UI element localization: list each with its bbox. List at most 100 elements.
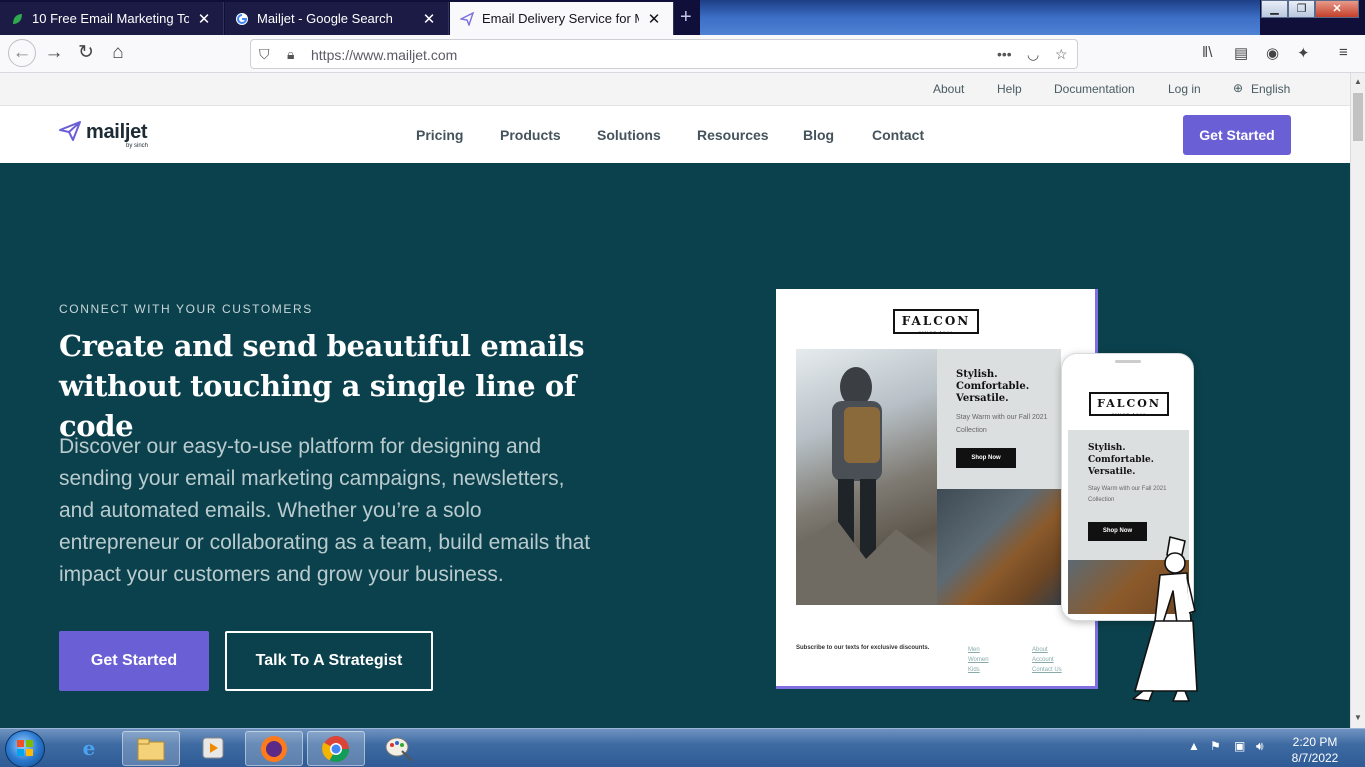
browser-toolbar: ← → ↻ ⌂ ⛉ 🔒︎ https://www.mailjet.com •••…	[0, 35, 1365, 73]
browser-tab-strip: 10 Free Email Marketing Tools t ✕ Mailje…	[0, 0, 1365, 35]
shop-now-button: Shop Now	[956, 448, 1016, 468]
hero-kicker: CONNECT WITH YOUR CUSTOMERS	[59, 302, 313, 316]
file-explorer-icon[interactable]	[122, 731, 180, 766]
email-footer-text: Subscribe to our texts for exclusive dis…	[796, 645, 930, 651]
media-player-icon[interactable]	[184, 731, 242, 766]
tab-title: 10 Free Email Marketing Tools t	[32, 11, 189, 26]
sidebar-icon[interactable]: ▤	[1234, 44, 1248, 62]
window-controls: ▁ ❐ ✕	[1261, 0, 1359, 18]
tray-expand-icon[interactable]: ▲	[1188, 739, 1200, 753]
tab-mailjet[interactable]: Email Delivery Service for Mark ✕	[450, 2, 674, 35]
header-get-started-button[interactable]: Get Started	[1183, 115, 1291, 155]
new-tab-button[interactable]: +	[680, 6, 692, 29]
hero-section: CONNECT WITH YOUR CUSTOMERS Create and s…	[0, 163, 1350, 728]
get-started-button[interactable]: Get Started	[59, 631, 209, 691]
scroll-thumb[interactable]	[1353, 93, 1363, 141]
reload-icon[interactable]: ↻	[74, 42, 98, 66]
hero-description: Discover our easy-to-use platform for de…	[59, 435, 591, 586]
boots-photo	[937, 489, 1061, 605]
promo-body: Stay Warm with our Fall 2021 Collection	[956, 414, 1048, 434]
back-arrow-icon[interactable]: ←	[8, 39, 36, 67]
system-clock[interactable]: 2:20 PM 8/7/2022	[1280, 734, 1350, 766]
tab-email-marketing-tools[interactable]: 10 Free Email Marketing Tools t ✕	[0, 2, 224, 35]
documentation-link[interactable]: Documentation	[1054, 82, 1135, 96]
action-center-flag-icon[interactable]: ⚑	[1210, 739, 1221, 753]
menu-resources[interactable]: Resources	[697, 127, 769, 143]
tab-close-icon[interactable]: ✕	[195, 10, 213, 28]
page-scrollbar[interactable]: ▲ ▼	[1350, 73, 1365, 728]
mailjet-plane-icon	[460, 11, 474, 26]
firefox-icon[interactable]	[245, 731, 303, 766]
logo-wordmark: mailjet	[86, 121, 148, 143]
language-selector[interactable]: English	[1251, 82, 1290, 96]
forward-arrow-icon[interactable]: →	[42, 42, 66, 66]
logo-byline: by sinch	[126, 143, 149, 149]
shield-icon[interactable]: ⛉	[259, 46, 270, 63]
menu-products[interactable]: Products	[500, 127, 561, 143]
hiker-photo	[796, 349, 937, 605]
talk-to-strategist-button[interactable]: Talk To A Strategist	[225, 631, 433, 691]
menu-pricing[interactable]: Pricing	[416, 127, 463, 143]
login-link[interactable]: Log in	[1168, 82, 1201, 96]
chrome-icon[interactable]	[307, 731, 365, 766]
promo-headline-mobile: Stylish. Comfortable. Versatile.	[1088, 443, 1154, 477]
email-preview-desktop: FALCON SINCE 1892 Stylish. Comfortable. …	[776, 289, 1098, 689]
windows-logo-icon	[17, 740, 33, 756]
promo-headline: Stylish. Comfortable. Versatile.	[956, 369, 1029, 405]
footer-link: Account	[1032, 657, 1054, 663]
minimize-icon[interactable]: ▁	[1261, 0, 1288, 18]
start-button[interactable]	[5, 730, 45, 767]
extension-icon[interactable]: ✦	[1297, 44, 1310, 62]
windows-taskbar: e ▲ ⚑ ▣ 🔊︎ 2:20 PM 8/7/2022	[0, 728, 1365, 767]
library-icon[interactable]: ‖\	[1202, 44, 1212, 61]
scroll-down-icon[interactable]: ▼	[1354, 713, 1362, 722]
mailjet-plane-icon	[59, 121, 81, 141]
address-bar[interactable]: ⛉ 🔒︎ https://www.mailjet.com ••• ◡ ☆	[250, 39, 1078, 69]
help-link[interactable]: Help	[997, 82, 1022, 96]
footer-link: Women	[968, 657, 989, 663]
menu-contact[interactable]: Contact	[872, 127, 924, 143]
brand-sub: SINCE 1892	[918, 330, 954, 335]
about-link[interactable]: About	[933, 82, 964, 96]
falcon-logo: FALCON SINCE 1892	[893, 309, 979, 335]
promo-headline-text: Stylish. Comfortable. Versatile.	[956, 369, 1030, 404]
clock-date: 8/7/2022	[1291, 751, 1339, 765]
bookmark-star-icon[interactable]: ☆	[1055, 46, 1068, 63]
pocket-icon[interactable]: ◡	[1027, 46, 1039, 63]
menu-blog[interactable]: Blog	[803, 127, 834, 143]
brand-name: FALCON	[901, 314, 971, 328]
tab-title: Email Delivery Service for Mark	[482, 11, 639, 26]
menu-solutions[interactable]: Solutions	[597, 127, 661, 143]
tab-close-icon[interactable]: ✕	[645, 10, 663, 28]
utility-nav: About Help Documentation Log in ⊕ Englis…	[0, 73, 1350, 106]
hero-headline: Create and send beautiful emails without…	[59, 329, 585, 443]
page-actions-icon[interactable]: •••	[997, 46, 1012, 62]
footer-link: Contact Us	[1032, 667, 1062, 673]
tab-title: Mailjet - Google Search	[257, 11, 393, 26]
account-icon[interactable]: ◉	[1266, 44, 1279, 62]
tab-close-icon[interactable]: ✕	[420, 10, 438, 28]
url-text[interactable]: https://www.mailjet.com	[311, 47, 457, 63]
clock-time: 2:20 PM	[1292, 735, 1338, 749]
scroll-up-icon[interactable]: ▲	[1354, 77, 1362, 86]
tab-google-search[interactable]: Mailjet - Google Search ✕	[225, 2, 449, 35]
google-g-icon	[236, 12, 248, 25]
internet-explorer-icon[interactable]: e	[60, 731, 118, 766]
maximize-icon[interactable]: ❐	[1288, 0, 1315, 18]
menu-hamburger-icon[interactable]: ≡	[1339, 44, 1348, 61]
window-close-icon[interactable]: ✕	[1315, 0, 1359, 18]
globe-icon[interactable]: ⊕	[1233, 81, 1243, 95]
paint-app-icon[interactable]	[370, 731, 428, 766]
volume-icon[interactable]: 🔊︎	[1256, 739, 1264, 754]
hiker-illustration	[796, 367, 937, 605]
home-icon[interactable]: ⌂	[106, 42, 130, 66]
desktop-background	[700, 0, 1260, 35]
brand-sub: SINCE 1892	[1111, 412, 1147, 417]
phone-speaker	[1115, 360, 1141, 363]
footer-links-col1: Men Women Kids	[968, 645, 989, 675]
promo-body-mobile: Stay Warm with our Fall 2021 Collection	[1088, 486, 1167, 503]
lock-icon[interactable]: 🔒︎	[287, 46, 294, 63]
network-icon[interactable]: ▣	[1234, 739, 1245, 753]
character-illustration	[1132, 536, 1198, 702]
footer-links-col2: About Account Contact Us	[1032, 645, 1062, 675]
